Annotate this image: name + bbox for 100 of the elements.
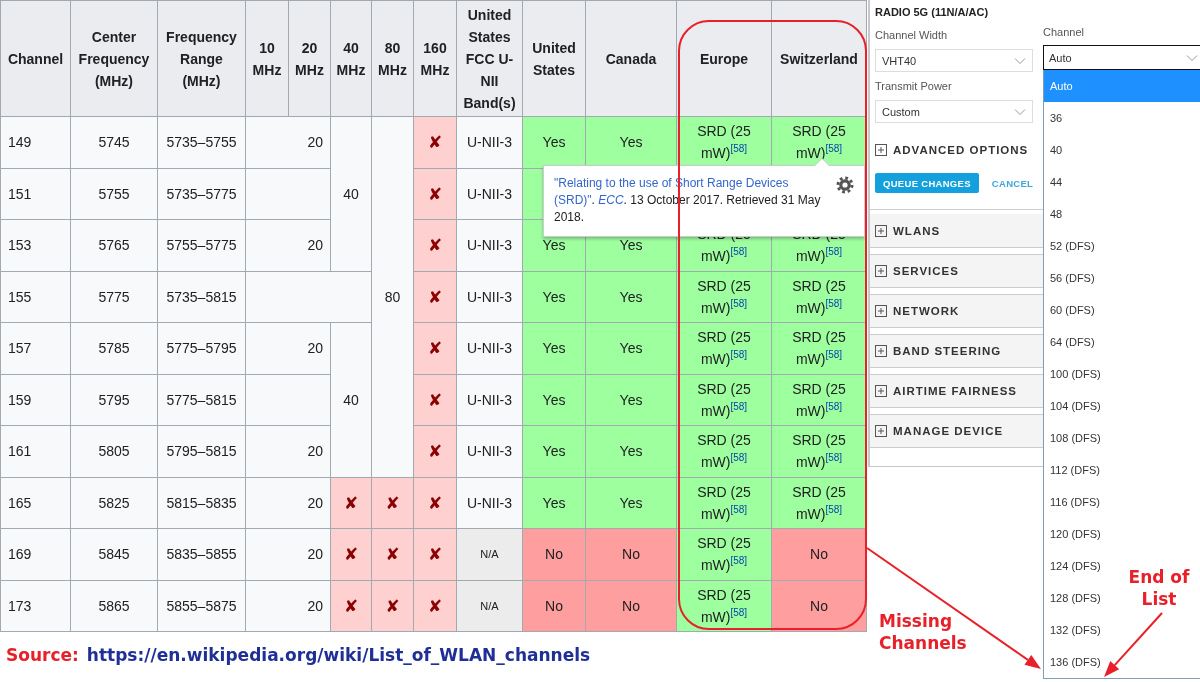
table-cell: SRD (25 mW)$^{[58]}$ [676, 425, 772, 477]
table-cell: SRD (25 mW)$^{[58]}$ [771, 425, 867, 477]
section-label: BAND STEERING [893, 345, 1002, 357]
citation-link[interactable]: [58] [825, 504, 843, 516]
table-cell: ✘ [413, 116, 457, 168]
expand-icon[interactable] [875, 265, 887, 277]
table-cell: ✘ [413, 425, 457, 477]
citation-link[interactable]: [58] [825, 401, 843, 413]
table-cell: 5775–5795 [157, 322, 246, 374]
table-cell: N/A [456, 580, 523, 632]
citation-link[interactable]: [58] [730, 504, 748, 516]
column-header: Europe [676, 0, 772, 117]
dropdown-option[interactable]: 100 (DFS) [1050, 368, 1101, 380]
citation-link[interactable]: [58] [825, 452, 843, 464]
dropdown-option[interactable]: 112 (DFS) [1050, 464, 1100, 476]
expand-icon[interactable] [875, 224, 887, 237]
table-cell: 5765 [70, 219, 158, 271]
citation-link[interactable]: [58] [825, 298, 843, 310]
table-cell: SRD (25 mW)$^{[58]}$ [771, 322, 867, 374]
table-cell: 5835–5855 [157, 528, 246, 580]
table-cell: Yes [585, 477, 677, 529]
table-cell: 5745 [70, 116, 158, 168]
section-label: ADVANCED OPTIONS [893, 144, 1029, 156]
dropdown-option[interactable]: 116 (DFS) [1050, 496, 1100, 508]
dropdown-option[interactable]: 132 (DFS) [1050, 624, 1101, 636]
expand-icon[interactable] [875, 385, 887, 397]
table-cell: ✘ [413, 374, 457, 426]
dropdown-option[interactable]: 48 [1050, 208, 1063, 220]
dropdown-option[interactable]: 128 (DFS) [1050, 592, 1101, 604]
dropdown-option[interactable]: 60 (DFS) [1050, 304, 1095, 316]
table-cell: 153 [0, 219, 71, 271]
table-cell: 157 [0, 322, 71, 374]
table-cell: U-NII-3 [456, 374, 523, 426]
channel-select[interactable]: Auto [1043, 45, 1200, 70]
citation-link[interactable]: [58] [730, 401, 748, 413]
table-cell: Yes [522, 477, 586, 529]
table-cell: 5865 [70, 580, 158, 632]
table-cell: Yes [522, 425, 586, 477]
citation-link[interactable]: [58] [730, 246, 748, 258]
dropdown-option[interactable]: 136 (DFS) [1050, 656, 1101, 668]
citation-link[interactable]: [58] [730, 349, 748, 361]
dropdown-option[interactable]: 108 (DFS) [1050, 432, 1101, 444]
expand-icon[interactable] [875, 144, 887, 156]
table-cell: Yes [522, 271, 586, 323]
citation-link[interactable]: [58] [730, 143, 748, 155]
chevron-down-icon [1186, 53, 1198, 62]
source-link[interactable]: https://en.wikipedia.org/wiki/List_of_WLAN_channels [86, 645, 591, 665]
citation-link[interactable]: [58] [825, 143, 843, 155]
table-cell: 20 [245, 322, 331, 374]
dropdown-option[interactable]: 56 (DFS) [1050, 272, 1095, 284]
expand-icon[interactable] [875, 305, 887, 317]
table-cell: 5755 [70, 168, 158, 220]
dropdown-option[interactable]: 124 (DFS) [1050, 560, 1101, 572]
select-field[interactable]: Custom [875, 100, 1033, 123]
table-cell: SRD (25 mW)$^{[58]}$ [676, 322, 772, 374]
table-cell: Yes [585, 374, 677, 426]
table-cell: SRD (25 mW)$^{[58]}$ [676, 477, 772, 529]
dropdown-option[interactable]: 64 (DFS) [1050, 336, 1095, 348]
field-label: Channel [1043, 25, 1085, 40]
column-header: Switzerland [771, 0, 867, 117]
citation-link[interactable]: [58] [825, 349, 843, 361]
column-header: 160 MHz [413, 0, 457, 117]
citation-link[interactable]: [58] [730, 452, 748, 464]
advanced-options-toggle[interactable]: ADVANCED OPTIONS [875, 142, 1043, 158]
dropdown-option[interactable]: 40 [1050, 144, 1063, 156]
table-cell: ✘ [413, 580, 457, 632]
section-header[interactable]: AIRTIME FAIRNESS [870, 374, 1043, 408]
table-cell: 149 [0, 116, 71, 168]
chevron-down-icon [1014, 107, 1026, 116]
table-cell: SRD (25 mW)$^{[58]}$ [676, 528, 772, 580]
table-cell: 5755–5775 [157, 219, 246, 271]
expand-icon[interactable] [875, 425, 887, 437]
section-header[interactable]: BAND STEERING [870, 334, 1043, 368]
table-cell: 5825 [70, 477, 158, 529]
expand-icon[interactable] [875, 345, 887, 357]
table-cell: Yes [585, 425, 677, 477]
table-cell: SRD (25 mW)$^{[58]}$ [771, 271, 867, 323]
table-cell: N/A [456, 528, 523, 580]
section-header[interactable]: NETWORK [870, 294, 1043, 328]
dropdown-option[interactable]: 52 (DFS) [1050, 240, 1095, 252]
dropdown-option[interactable]: 36 [1050, 112, 1063, 124]
dropdown-option[interactable]: 44 [1050, 176, 1063, 188]
citation-link[interactable]: [58] [730, 607, 748, 619]
section-header[interactable]: MANAGE DEVICE [870, 414, 1043, 448]
citation-link[interactable]: [58] [825, 246, 843, 258]
select-field[interactable]: VHT40 [875, 49, 1033, 72]
table-cell: U-NII-3 [456, 168, 523, 220]
table-cell: 159 [0, 374, 71, 426]
table-cell: SRD (25 mW)$^{[58]}$ [676, 271, 772, 323]
table-cell: Yes [585, 271, 677, 323]
settings-icon[interactable] [836, 176, 854, 194]
citation-link[interactable]: [58] [730, 555, 748, 567]
dropdown-option[interactable]: 120 (DFS) [1050, 528, 1101, 540]
section-header[interactable]: WLANS [870, 214, 1043, 248]
dropdown-option[interactable]: 104 (DFS) [1050, 400, 1101, 412]
column-header: Channel [0, 0, 71, 117]
citation-link[interactable]: [58] [730, 298, 748, 310]
callout-text: Missing Channels [879, 610, 968, 654]
table-cell: ✘ [413, 271, 457, 323]
section-header[interactable]: SERVICES [870, 254, 1043, 288]
